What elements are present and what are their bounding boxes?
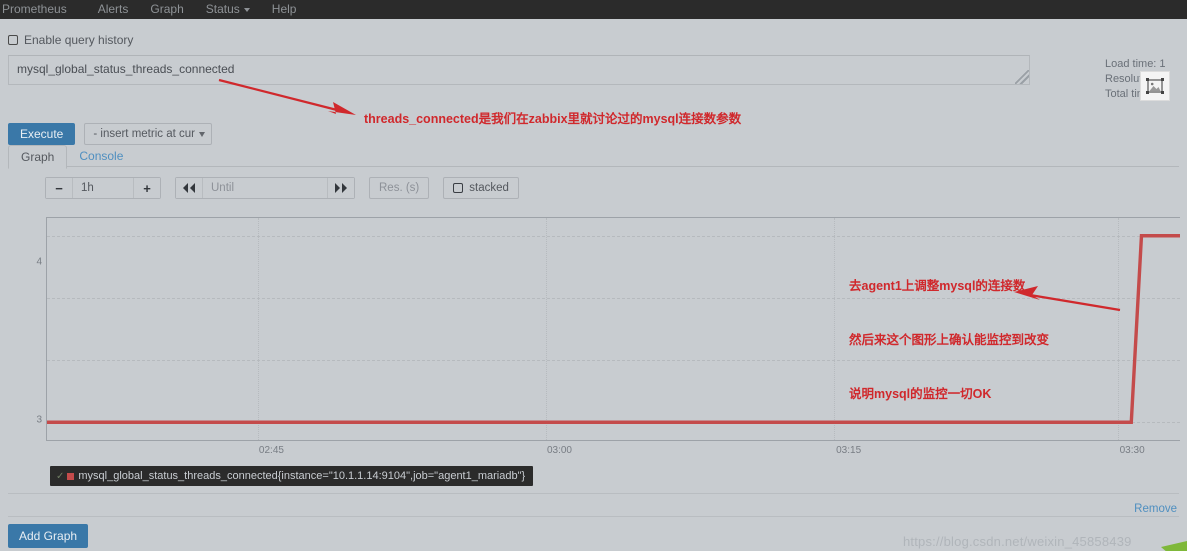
broken-image-icon: [1140, 71, 1170, 101]
annotation-graph-note-line1: 去agent1上调整mysql的连接数: [849, 279, 1026, 293]
annotation-graph-note-line3: 说明mysql的监控一切OK: [849, 387, 992, 401]
legend-series-label: mysql_global_status_threads_connected{in…: [78, 470, 526, 482]
enable-query-history-checkbox[interactable]: [8, 35, 18, 45]
tab-graph[interactable]: Graph: [8, 145, 68, 169]
range-decrease-button[interactable]: −: [46, 178, 72, 198]
page-body: Enable query history Execute - insert me…: [0, 19, 1187, 551]
legend-color-swatch: [67, 472, 75, 480]
execute-row: Execute - insert metric at cur: [8, 123, 213, 145]
nav-item-status[interactable]: Status: [195, 0, 261, 19]
nav-item-graph[interactable]: Graph: [139, 0, 194, 19]
enable-query-history-label: Enable query history: [24, 33, 134, 47]
graph-controls: − 1h + Until Res. (s) stacked: [45, 177, 519, 199]
nav-item-alerts[interactable]: Alerts: [87, 0, 140, 19]
y-axis-tick-3: 3: [36, 414, 42, 426]
annotation-graph-note: 去agent1上调整mysql的连接数 然后来这个图形上确认能监控到改变 说明m…: [849, 241, 1049, 439]
insert-metric-select-label: - insert metric at cur: [93, 128, 195, 140]
prometheus-graph-page: Prometheus Alerts Graph Status Help Enab…: [0, 0, 1187, 551]
step-backward-button[interactable]: [176, 178, 202, 198]
nav-item-status-label: Status: [205, 2, 240, 16]
enable-query-history-row[interactable]: Enable query history: [8, 33, 133, 47]
x-axis-tick-0330: 03:30: [1119, 445, 1145, 456]
chart-legend[interactable]: ✓ mysql_global_status_threads_connected{…: [50, 466, 534, 486]
range-increase-button[interactable]: +: [134, 178, 160, 198]
range-input[interactable]: 1h: [72, 178, 134, 198]
chevron-down-icon: [199, 131, 206, 137]
tab-console[interactable]: Console: [67, 145, 135, 167]
execute-button[interactable]: Execute: [8, 123, 76, 145]
divider-above-footer: [8, 493, 1179, 494]
expression-wrapper: [8, 55, 1030, 85]
annotation-graph-note-line2: 然后来这个图形上确认能监控到改变: [849, 333, 1050, 347]
remove-graph-link[interactable]: Remove: [1134, 503, 1177, 515]
navbar: Prometheus Alerts Graph Status Help: [0, 0, 1187, 19]
stacked-label: stacked: [469, 182, 509, 194]
stat-load-time: Load time: 1: [1105, 58, 1166, 70]
y-axis-tick-4: 4: [36, 256, 42, 268]
time-control-group: Until: [175, 177, 355, 199]
x-axis-tick-0300: 03:00: [546, 445, 572, 456]
nav-item-help[interactable]: Help: [261, 0, 308, 19]
annotation-query-note: threads_connected是我们在zabbix里就讨论过的mysql连接…: [364, 112, 742, 126]
nav-brand-prometheus[interactable]: Prometheus: [0, 0, 87, 19]
result-tabs: Graph Console: [8, 145, 1179, 169]
corner-marker-icon: [1161, 541, 1187, 551]
insert-metric-select[interactable]: - insert metric at cur: [84, 123, 213, 145]
stacked-checkbox[interactable]: [453, 183, 464, 193]
until-input[interactable]: Until: [202, 178, 328, 198]
watermark-text: https://blog.csdn.net/weixin_45858439: [903, 534, 1132, 549]
chevron-down-icon: [243, 7, 250, 12]
add-graph-button[interactable]: Add Graph: [8, 524, 89, 548]
divider-below-footer: [8, 516, 1179, 517]
legend-check-icon: ✓: [56, 470, 65, 482]
x-axis-tick-0315: 03:15: [836, 445, 862, 456]
resolution-input[interactable]: Res. (s): [369, 177, 430, 199]
range-control-group: − 1h +: [45, 177, 161, 199]
expression-input[interactable]: [8, 55, 1030, 85]
x-axis-tick-0245: 02:45: [258, 445, 284, 456]
step-forward-button[interactable]: [328, 178, 354, 198]
stacked-toggle[interactable]: stacked: [443, 177, 519, 199]
